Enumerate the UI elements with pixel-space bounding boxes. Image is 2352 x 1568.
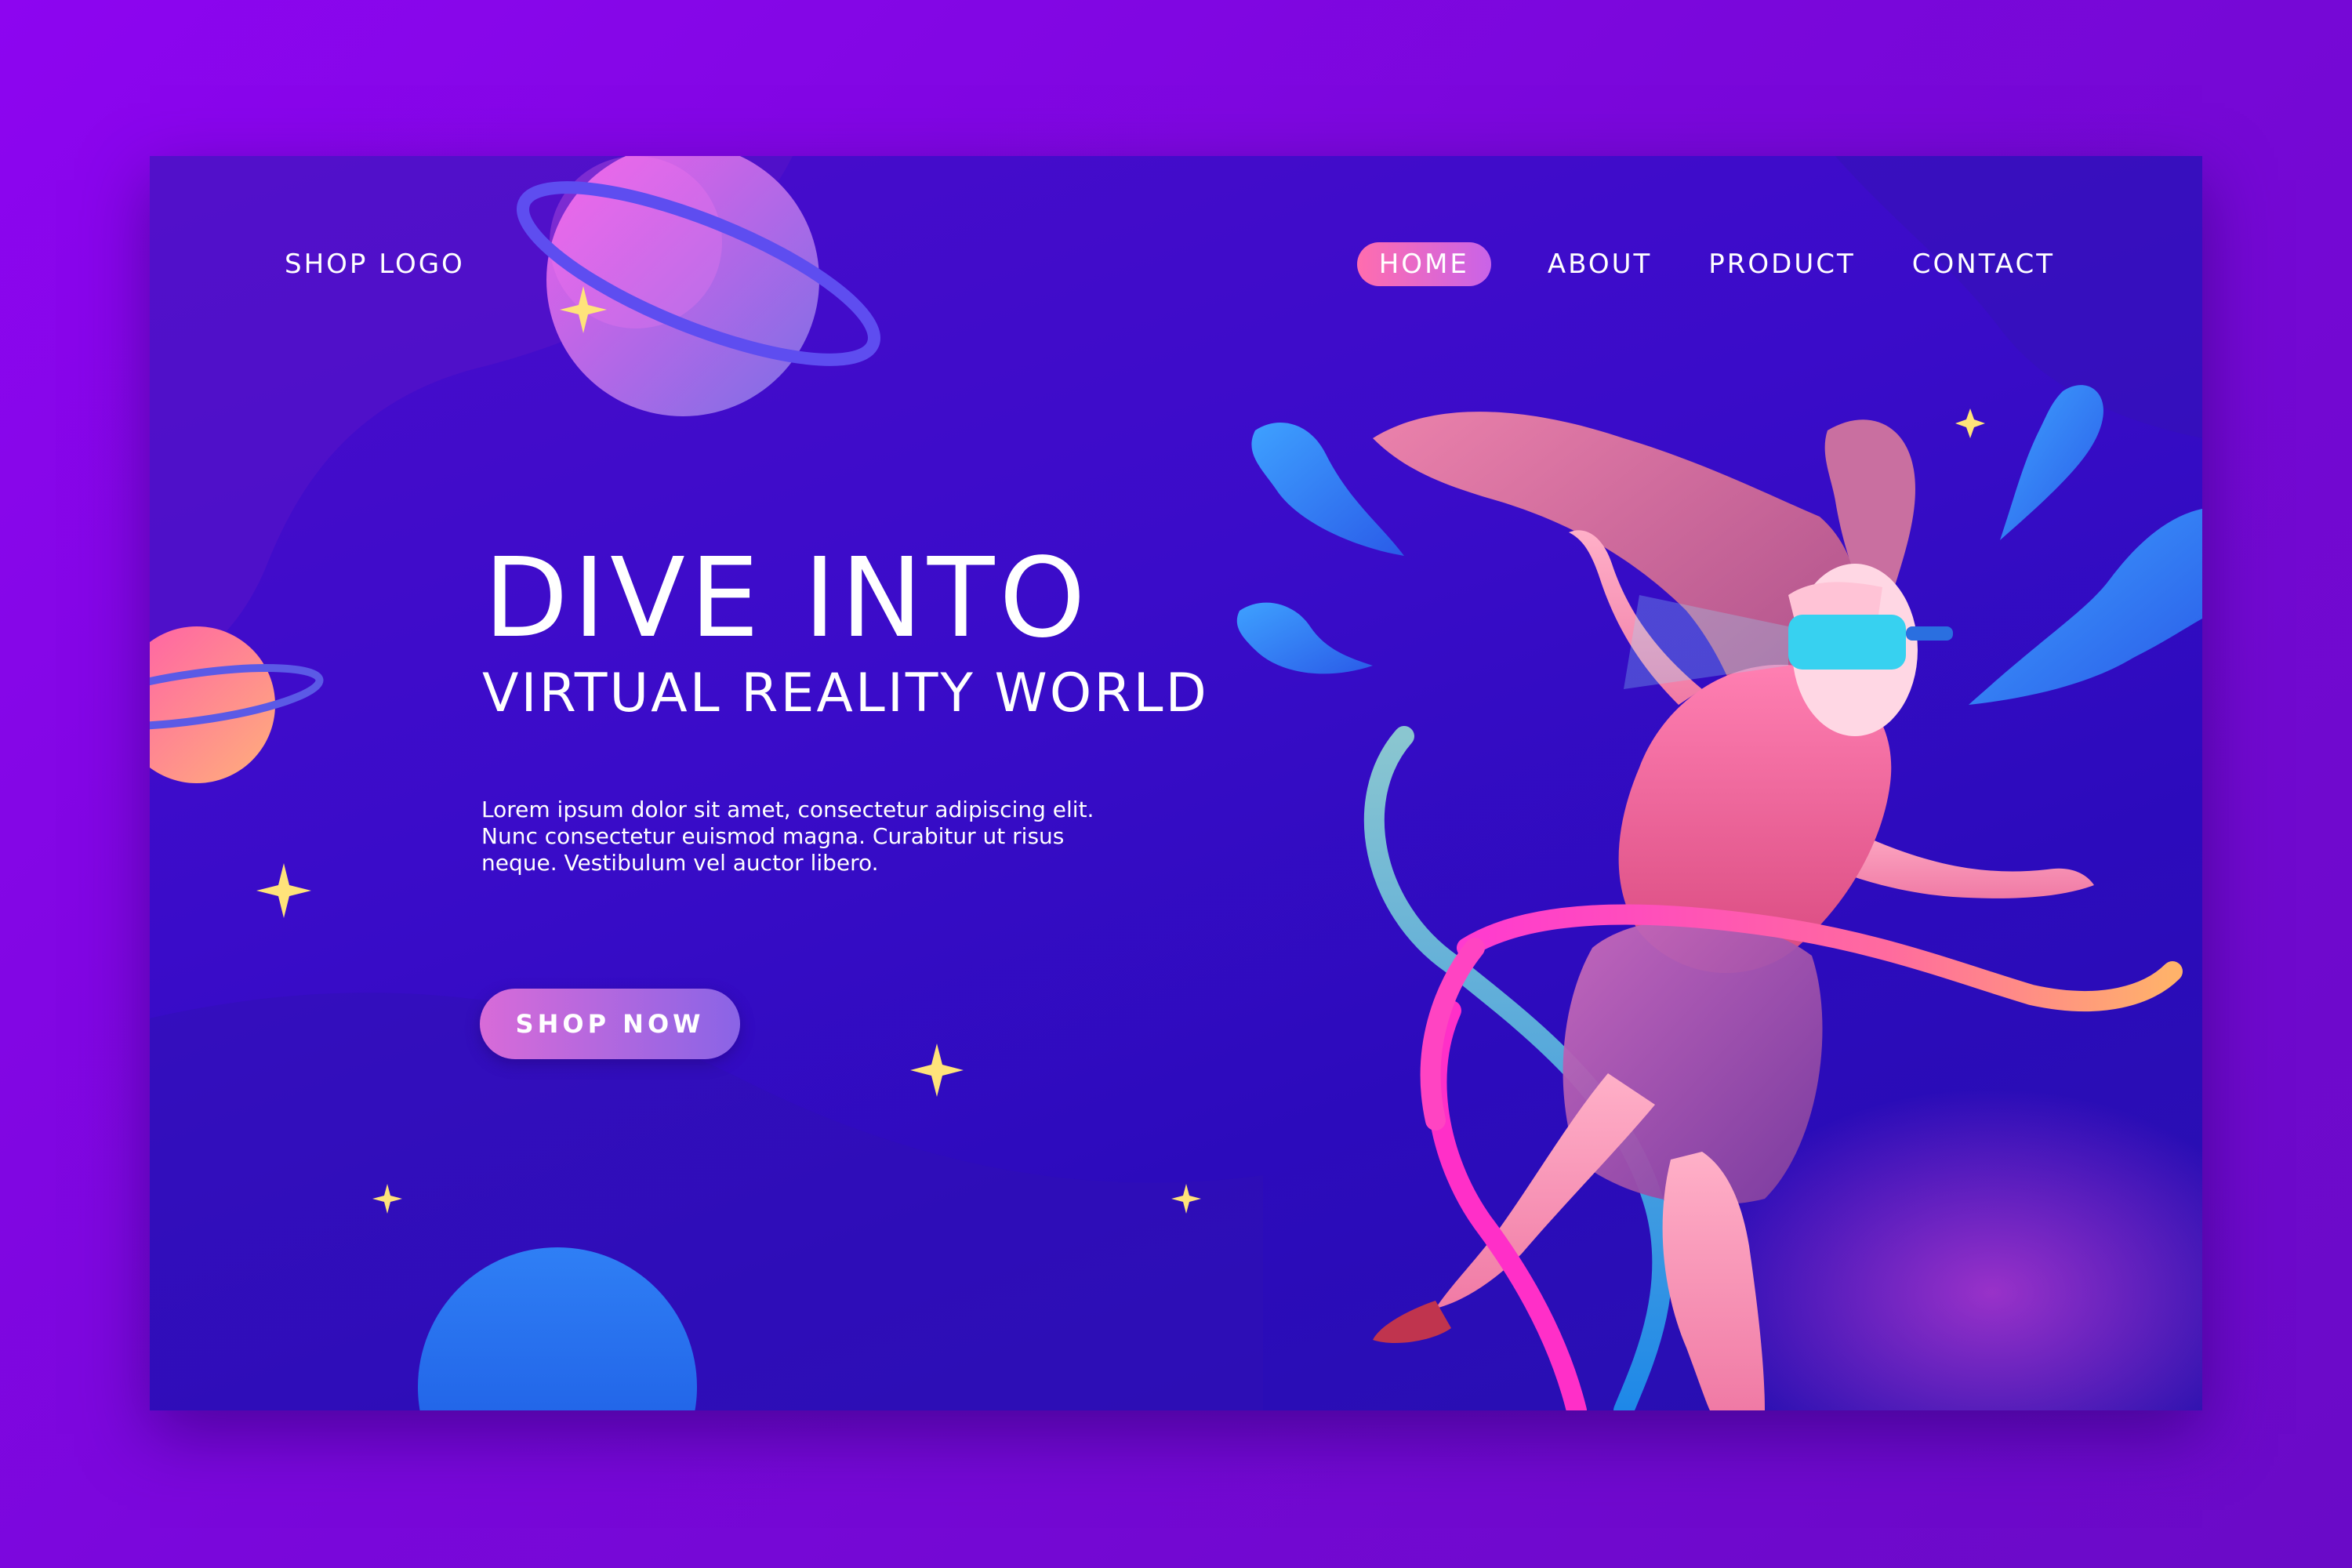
nav-item-product[interactable]: PRODUCT xyxy=(1708,242,1855,286)
background-illustration xyxy=(150,156,2202,1410)
shop-logo[interactable]: SHOP LOGO xyxy=(285,249,465,280)
shop-now-button[interactable]: SHOP NOW xyxy=(480,989,740,1059)
hero-title: DIVE INTO xyxy=(484,535,1091,662)
nav-item-home[interactable]: HOME xyxy=(1356,242,1491,286)
landing-page: SHOP LOGO HOME ABOUT PRODUCT CONTACT DIV… xyxy=(150,156,2202,1410)
nav-item-about[interactable]: ABOUT xyxy=(1548,242,1652,286)
hero-description: Lorem ipsum dolor sit amet, consectetur … xyxy=(481,797,1094,876)
main-nav: HOME ABOUT PRODUCT CONTACT xyxy=(1356,242,2055,286)
nav-item-contact[interactable]: CONTACT xyxy=(1912,242,2055,286)
hero-subtitle: VIRTUAL REALITY WORLD xyxy=(482,662,1209,724)
